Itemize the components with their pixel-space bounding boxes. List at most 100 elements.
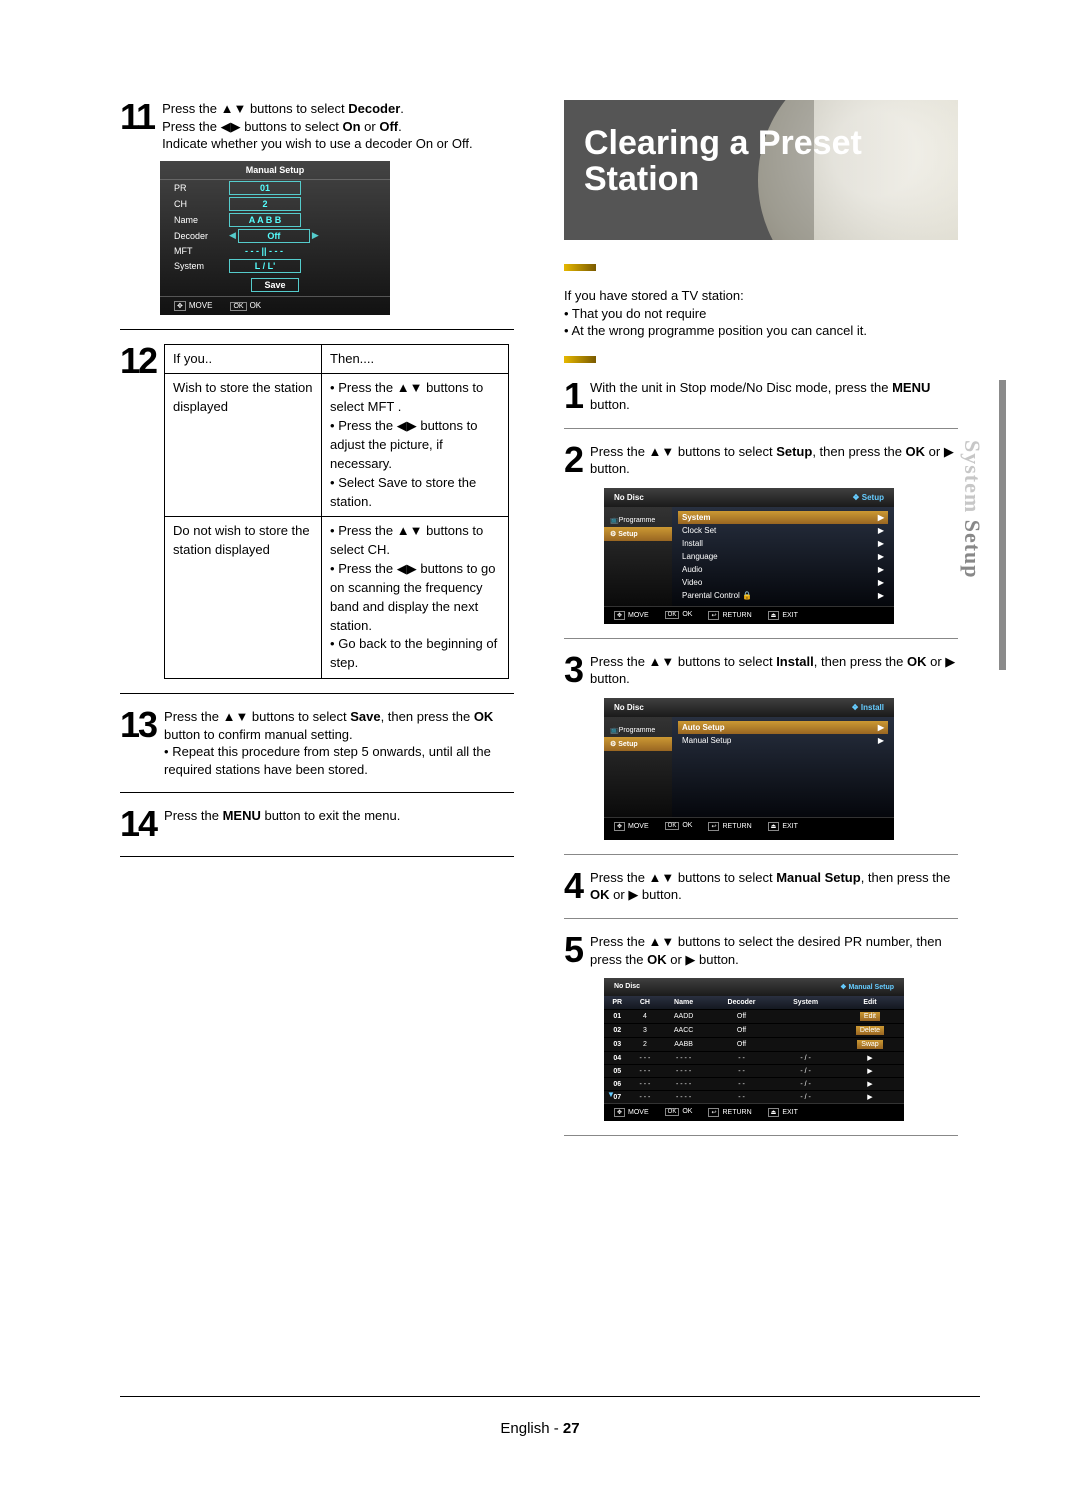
txt: OK [682, 611, 692, 618]
step-number: 14 [120, 807, 156, 841]
divider [120, 329, 514, 330]
right-column: Clearing a Preset Station If you have st… [564, 100, 958, 1150]
right-caret-icon: ▶ [878, 591, 884, 600]
intro: If you have stored a TV station: • That … [564, 287, 958, 340]
td: - - - [630, 1052, 659, 1065]
bold: OK [907, 654, 927, 669]
sidebar-item-selected: ⚙ Setup [604, 527, 672, 541]
tv-icon: 📺 [610, 517, 619, 524]
osd-foot-ok: OKOK [230, 301, 261, 311]
gear-icon: ⚙ [610, 531, 616, 538]
exit-key-icon: ⏏ [768, 1108, 780, 1117]
txt: Press the [162, 119, 221, 134]
txt: MOVE [628, 823, 649, 830]
divider [564, 638, 958, 639]
return-key-icon: ↩ [708, 822, 719, 831]
bold: Setup [776, 444, 812, 459]
th: Then.... [322, 344, 509, 374]
osd-list: Auto Setup▶ Manual Setup▶ [672, 717, 894, 817]
right-caret-icon: ▶ [878, 723, 884, 732]
txt: , then press the [814, 654, 907, 669]
divider [120, 693, 514, 694]
td: Delete [836, 1024, 904, 1038]
step-body: Press the ▲▼ buttons to select Setup, th… [590, 443, 958, 478]
step-11: 11 Press the ▲▼ buttons to select Decode… [120, 100, 514, 153]
td: 06 [604, 1078, 630, 1091]
step-3r: 3 Press the ▲▼ buttons to select Install… [564, 653, 958, 688]
menu-item: Clock Set [682, 526, 716, 535]
accent-bar [564, 356, 596, 363]
txt: , then press the [381, 709, 474, 724]
footer-lang: English [500, 1420, 549, 1437]
txt: OK [682, 1108, 692, 1115]
th: PR [604, 996, 630, 1010]
menu-item: Parental Control 🔒 [682, 591, 752, 600]
osd-value: L / L' [229, 259, 301, 273]
return-key-icon: ↩ [708, 611, 719, 620]
osd-list: System▶ Clock Set▶ Install▶ Language▶ Au… [672, 507, 894, 606]
right-caret-icon: ▶ [878, 526, 884, 535]
bold: OK [590, 887, 610, 902]
txt: button to exit the menu. [261, 808, 400, 823]
right-caret-icon: ▶ [878, 736, 884, 745]
section-tab: System Setup [959, 440, 985, 579]
bold: OK [906, 444, 926, 459]
td: - - - [630, 1091, 659, 1104]
txt: Programme [619, 727, 656, 734]
exit-key-icon: ⏏ [768, 611, 780, 620]
step-number: 3 [564, 653, 582, 688]
txt: buttons to select [246, 101, 348, 116]
osd-label: Name [174, 215, 229, 225]
if-then-table: If you..Then.... Wish to store the stati… [164, 344, 509, 680]
bold: OK [647, 952, 667, 967]
td [775, 1024, 836, 1038]
txt: MOVE [628, 1109, 649, 1116]
step-13: 13 Press the ▲▼ buttons to select Save, … [120, 708, 514, 778]
td: Edit [836, 1010, 904, 1024]
menu-item: Install [682, 539, 703, 548]
td: - - - [630, 1065, 659, 1078]
txt: OK [250, 301, 262, 310]
divider [120, 792, 514, 793]
txt: or ▶ button. [667, 952, 739, 967]
step-body: Press the ▲▼ buttons to select Decoder. … [162, 100, 514, 153]
step-1r: 1 With the unit in Stop mode/No Disc mod… [564, 379, 958, 414]
td: - / - [775, 1078, 836, 1091]
osd-setup-menu: No Disc❖ Setup 📺Programme ⚙ Setup System… [604, 488, 894, 624]
txt: - [550, 1420, 563, 1437]
bold: Manual Setup [776, 870, 861, 885]
scroll-down-icon: ▼ [607, 1090, 615, 1099]
ok-key-icon: OK [665, 822, 680, 830]
osd-value: A A B B [229, 213, 301, 227]
exit-key-icon: ⏏ [768, 822, 780, 831]
step-number: 13 [120, 708, 156, 778]
osd-foot-move: ✥MOVE [174, 301, 212, 311]
td: AABB [659, 1038, 707, 1052]
menu-item: Video [682, 578, 702, 587]
right-caret-icon: ▶ [312, 230, 319, 241]
txt: Setup [618, 741, 637, 748]
td: 05 [604, 1065, 630, 1078]
step-body: Press the ▲▼ buttons to select the desir… [590, 933, 958, 968]
channel-table: PR CH Name Decoder System Edit 014AADDOf… [604, 996, 904, 1103]
txt: Setup [960, 520, 985, 579]
txt: , then press the [812, 444, 905, 459]
osd-sidebar: 📺Programme ⚙ Setup [604, 717, 672, 817]
td: 2 [630, 1038, 659, 1052]
txt: • Repeat this procedure from step 5 onwa… [164, 744, 491, 777]
page-footer: English - 27 [0, 1420, 1080, 1437]
osd-label: Decoder [174, 231, 229, 241]
txt: With the unit in Stop mode/No Disc mode,… [590, 380, 892, 395]
bold: Decoder [348, 101, 400, 116]
td: Wish to store the station displayed [165, 374, 322, 517]
menu-item: Language [682, 552, 718, 561]
td: ▶ [836, 1065, 904, 1078]
txt: If you have stored a TV station: [564, 288, 744, 303]
move-key-icon: ✥ [614, 611, 625, 620]
td [775, 1010, 836, 1024]
divider [564, 918, 958, 919]
bold: Install [776, 654, 814, 669]
osd-label: MFT [174, 246, 229, 256]
txt: Setup [618, 531, 637, 538]
txt: OK [682, 822, 692, 829]
